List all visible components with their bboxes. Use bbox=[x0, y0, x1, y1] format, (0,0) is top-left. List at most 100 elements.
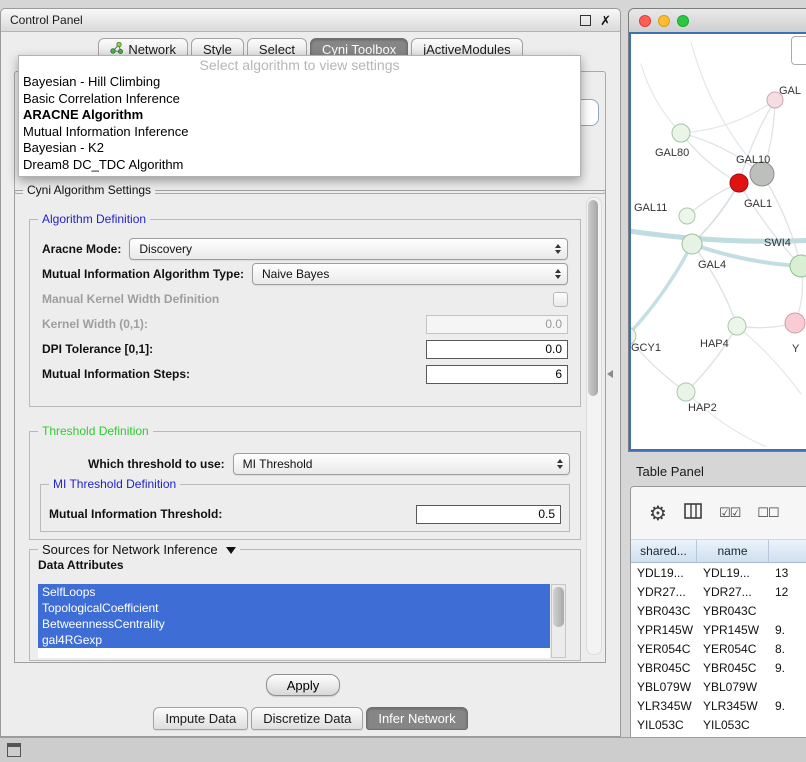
table-row[interactable]: YPR145WYPR145W9. bbox=[631, 620, 806, 639]
node-label: GAL80 bbox=[655, 147, 689, 159]
mi-threshold-definition-group: MI Threshold Definition Mutual Informati… bbox=[40, 484, 570, 532]
network-overlay-box bbox=[791, 36, 806, 65]
list-scrollbar[interactable] bbox=[551, 584, 566, 658]
network-edge[interactable] bbox=[641, 64, 681, 133]
table-panel-window: ⚙ ☑☑ ☐☐ shared...name YDL19...YDL19...13… bbox=[630, 486, 806, 738]
network-window-titlebar[interactable] bbox=[629, 9, 806, 33]
settings-scrollbar-thumb[interactable] bbox=[588, 200, 598, 396]
table-row[interactable]: YDL19...YDL19...13 bbox=[631, 563, 806, 582]
tab-impute-data[interactable]: Impute Data bbox=[153, 707, 248, 730]
network-edge[interactable] bbox=[692, 183, 739, 244]
control-panel-titlebar: Control Panel ✗ bbox=[1, 9, 620, 32]
network-node[interactable] bbox=[785, 313, 805, 333]
table-row[interactable]: YBR045CYBR045C9. bbox=[631, 658, 806, 677]
network-node[interactable] bbox=[672, 124, 690, 142]
network-edge[interactable] bbox=[762, 174, 801, 266]
network-edge[interactable] bbox=[686, 326, 737, 392]
network-node[interactable] bbox=[728, 317, 746, 335]
attribute-item-selfloops[interactable]: SelfLoops bbox=[38, 584, 550, 600]
network-canvas-svg: GALGAL80GAL10GAL11GAL1SWI4GAL4GCY1HAP4HA… bbox=[631, 34, 806, 447]
table-row[interactable]: YDR27...YDR27...12 bbox=[631, 582, 806, 601]
network-edge[interactable] bbox=[631, 244, 692, 336]
control-panel-window: Control Panel ✗ NetworkStyleSelectCyni T… bbox=[0, 8, 621, 737]
table-row[interactable]: YIL053CYIL053C bbox=[631, 715, 806, 734]
table-cell: 13 bbox=[769, 566, 806, 580]
algorithm-option-bayesian-hill-climbing[interactable]: Bayesian - Hill Climbing bbox=[19, 74, 580, 91]
attribute-item-betweennesscentrality[interactable]: BetweennessCentrality bbox=[38, 616, 550, 632]
table-row[interactable]: YLR345WYLR345W9. bbox=[631, 696, 806, 715]
settings-scrollbar[interactable] bbox=[586, 197, 602, 655]
tab-discretize-data[interactable]: Discretize Data bbox=[251, 707, 363, 730]
node-label: GAL11 bbox=[634, 202, 667, 214]
table-row[interactable]: YBR043CYBR043C bbox=[631, 601, 806, 620]
network-node[interactable] bbox=[677, 383, 695, 401]
column-header-shared[interactable]: shared... bbox=[631, 540, 697, 562]
algorithm-option-mutual-information-inference[interactable]: Mutual Information Inference bbox=[19, 124, 580, 141]
algorithm-option-dream8-dc-tdc-algorithm[interactable]: Dream8 DC_TDC Algorithm bbox=[19, 157, 580, 174]
table-cell: 9. bbox=[769, 699, 806, 713]
popup-prompt: Select algorithm to view settings bbox=[19, 56, 580, 74]
data-attributes-list[interactable]: SelfLoopsTopologicalCoefficientBetweenne… bbox=[38, 584, 550, 658]
network-edge[interactable] bbox=[681, 133, 739, 183]
network-node[interactable] bbox=[790, 255, 806, 277]
column-header-extra[interactable] bbox=[769, 540, 806, 562]
gear-icon[interactable]: ⚙ bbox=[649, 501, 667, 526]
algorithm-option-basic-correlation-inference[interactable]: Basic Correlation Inference bbox=[19, 91, 580, 108]
column-chooser-icon[interactable] bbox=[684, 503, 702, 524]
aracne-mode-value: Discovery bbox=[139, 242, 555, 256]
algorithm-option-aracne-algorithm[interactable]: ARACNE Algorithm bbox=[19, 107, 580, 124]
settings-group-title: Cyni Algorithm Settings bbox=[23, 183, 155, 197]
which-threshold-select[interactable]: MI Threshold bbox=[233, 453, 570, 475]
mi-threshold-input[interactable] bbox=[416, 505, 561, 524]
table-cell: YPR145W bbox=[697, 623, 769, 637]
mi-algorithm-type-select[interactable]: Naive Bayes bbox=[252, 263, 568, 285]
tab-label: Infer Network bbox=[378, 711, 455, 726]
column-header-name[interactable]: name bbox=[697, 540, 769, 562]
algorithm-option-bayesian-k2[interactable]: Bayesian - K2 bbox=[19, 140, 580, 157]
apply-button[interactable]: Apply bbox=[266, 674, 340, 696]
network-node[interactable] bbox=[730, 174, 748, 192]
deselect-all-icon[interactable]: ☐☐ bbox=[757, 505, 778, 521]
close-traffic-light[interactable] bbox=[639, 15, 651, 27]
table-cell: YIL053C bbox=[697, 718, 769, 732]
attribute-item-topologicalcoefficient[interactable]: TopologicalCoefficient bbox=[38, 600, 550, 616]
network-canvas[interactable]: GALGAL80GAL10GAL11GAL1SWI4GAL4GCY1HAP4HA… bbox=[629, 32, 806, 451]
splitter-collapse-handle[interactable] bbox=[607, 365, 613, 383]
threshold-definition-title: Threshold Definition bbox=[38, 424, 153, 438]
tab-infer-network[interactable]: Infer Network bbox=[366, 707, 467, 730]
mi-algorithm-type-label: Mutual Information Algorithm Type: bbox=[42, 267, 244, 281]
node-label: HAP2 bbox=[688, 402, 717, 414]
close-icon[interactable]: ✗ bbox=[600, 15, 611, 26]
minimize-traffic-light[interactable] bbox=[658, 15, 670, 27]
network-edge[interactable] bbox=[737, 326, 801, 394]
zoom-traffic-light[interactable] bbox=[677, 15, 689, 27]
panel-title: Control Panel bbox=[10, 13, 83, 27]
sources-title-toggle[interactable]: Sources for Network Inference bbox=[38, 542, 240, 557]
mi-threshold-definition-title: MI Threshold Definition bbox=[49, 477, 180, 491]
select-all-icon[interactable]: ☑☑ bbox=[719, 505, 740, 521]
table-cell: 9. bbox=[769, 661, 806, 675]
table-row[interactable]: YER054CYER054C8. bbox=[631, 639, 806, 658]
combo-arrows-icon bbox=[555, 269, 563, 279]
float-window-icon[interactable] bbox=[580, 15, 591, 26]
manual-kernel-width-label: Manual Kernel Width Definition bbox=[42, 292, 219, 306]
attribute-item-gal4rgexp[interactable]: gal4RGexp bbox=[38, 632, 550, 648]
minimized-panel-icon[interactable] bbox=[7, 743, 21, 757]
network-edge[interactable] bbox=[686, 392, 771, 447]
algorithm-definition-group: Algorithm Definition Aracne Mode: Discov… bbox=[29, 219, 581, 407]
dpi-tolerance-input[interactable] bbox=[426, 340, 568, 359]
sources-group: Sources for Network Inference Data Attri… bbox=[29, 549, 581, 661]
network-node[interactable] bbox=[679, 208, 695, 224]
list-scrollbar-thumb[interactable] bbox=[553, 587, 564, 627]
collapse-arrow-icon bbox=[226, 547, 236, 554]
table-cell: YLR345W bbox=[697, 699, 769, 713]
network-edge[interactable] bbox=[739, 183, 801, 266]
table-row[interactable]: YBL079WYBL079W bbox=[631, 677, 806, 696]
aracne-mode-select[interactable]: Discovery bbox=[129, 238, 568, 260]
table-toolbar: ⚙ ☑☑ ☐☐ bbox=[631, 487, 806, 540]
network-node[interactable] bbox=[682, 234, 702, 254]
table-cell: YIL053C bbox=[631, 718, 697, 732]
mi-steps-input[interactable] bbox=[426, 365, 568, 384]
table-cell: 9. bbox=[769, 623, 806, 637]
table-cell: YPR145W bbox=[631, 623, 697, 637]
